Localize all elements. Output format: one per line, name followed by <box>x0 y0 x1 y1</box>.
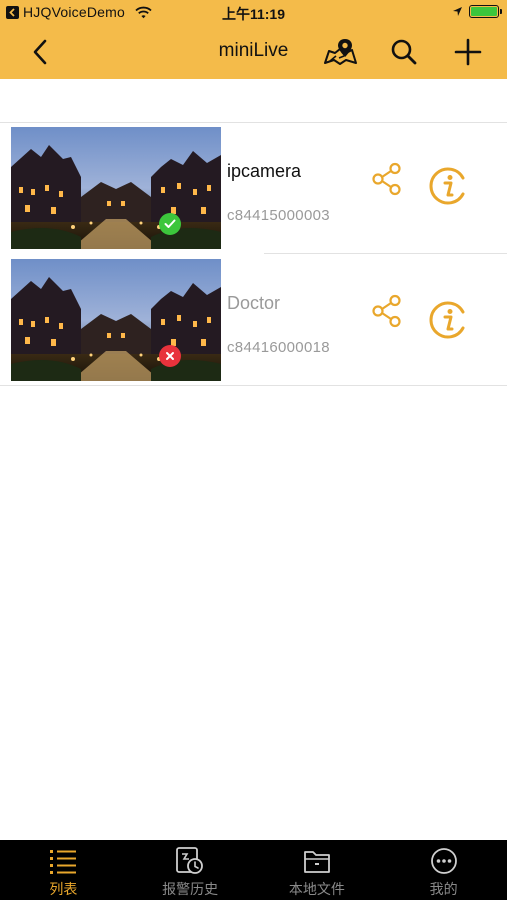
alarm-history-icon <box>175 846 205 876</box>
tab-list[interactable]: 列表 <box>0 840 127 900</box>
status-right <box>452 5 502 18</box>
device-name: ipcamera <box>227 161 302 181</box>
info-button[interactable] <box>426 297 472 343</box>
row-divider <box>264 253 507 254</box>
device-thumbnail[interactable] <box>11 127 221 249</box>
share-button[interactable] <box>368 159 406 199</box>
info-icon <box>429 301 465 339</box>
status-time: 上午11:19 <box>221 6 286 22</box>
list-icon <box>48 846 78 876</box>
tab-label: 报警历史 <box>162 882 219 898</box>
device-row[interactable]: ipcamera c84415000003 <box>0 123 507 255</box>
online-status-icon <box>159 213 181 235</box>
battery-level <box>471 7 497 16</box>
chevron-left-icon <box>33 39 47 65</box>
add-device-button[interactable] <box>449 34 487 70</box>
search-icon <box>391 39 417 65</box>
tab-label: 列表 <box>49 882 78 898</box>
tab-label: 本地文件 <box>288 882 345 898</box>
row-divider <box>0 385 507 386</box>
device-name: Doctor <box>227 293 281 313</box>
info-icon <box>429 167 465 205</box>
back-button[interactable] <box>24 36 56 68</box>
offline-status-icon <box>159 345 181 367</box>
navigation-bar: miniLive <box>0 26 507 79</box>
device-row[interactable]: Doctor c84416000018 <box>0 255 507 387</box>
status-bar: HJQVoiceDemo 上午11:19 <box>0 0 507 26</box>
folder-icon <box>302 846 332 876</box>
battery-icon <box>469 5 502 18</box>
map-pin-icon <box>324 39 357 65</box>
nav-actions <box>321 34 487 70</box>
info-button[interactable] <box>426 163 472 209</box>
device-id: c84415000003 <box>227 207 330 224</box>
location-arrow-icon <box>452 6 463 17</box>
more-icon <box>429 846 459 876</box>
castle-preview-image <box>11 259 221 381</box>
tab-alarm-history[interactable]: 报警历史 <box>127 840 254 900</box>
tab-local-files[interactable]: 本地文件 <box>254 840 381 900</box>
tab-label: 我的 <box>429 882 458 898</box>
plus-icon <box>454 38 482 66</box>
share-icon <box>372 294 401 328</box>
header: HJQVoiceDemo 上午11:19 miniLive <box>0 0 507 79</box>
search-button[interactable] <box>385 34 423 70</box>
device-id: c84416000018 <box>227 339 330 356</box>
tab-bar: 列表 报警历史 本地文件 我的 <box>0 840 507 900</box>
map-button[interactable] <box>321 34 359 70</box>
castle-preview-image <box>11 127 221 249</box>
share-icon <box>372 162 401 196</box>
share-button[interactable] <box>368 291 406 331</box>
tab-mine[interactable]: 我的 <box>380 840 507 900</box>
device-thumbnail[interactable] <box>11 259 221 381</box>
